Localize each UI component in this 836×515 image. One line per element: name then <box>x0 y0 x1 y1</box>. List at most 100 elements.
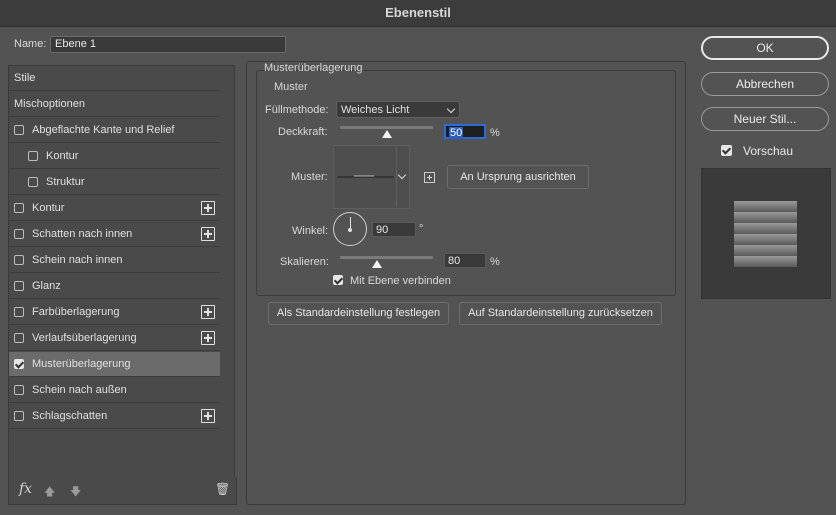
preview-stripe <box>734 234 797 245</box>
styles-list-item-label: Kontur <box>46 150 79 162</box>
pattern-preview-icon <box>337 175 394 178</box>
link-layer-checkbox[interactable] <box>333 275 343 285</box>
styles-list-item[interactable]: Farbüberlagerung <box>9 300 220 325</box>
ok-button[interactable]: OK <box>701 36 829 60</box>
trash-icon[interactable]: 🗑 <box>215 482 230 496</box>
blend-mode-value: Weiches Licht <box>341 104 410 116</box>
preview-stripe <box>734 212 797 223</box>
section-title: Musterüberlagerung <box>264 62 363 74</box>
preview-stripe <box>734 223 797 234</box>
style-checkbox[interactable] <box>14 385 24 395</box>
opacity-label: Deckkraft: <box>278 126 328 138</box>
add-effect-icon[interactable] <box>201 201 215 215</box>
styles-list-item[interactable]: Glanz <box>9 274 220 299</box>
styles-list-item-label: Struktur <box>46 176 85 188</box>
add-effect-icon[interactable] <box>201 409 215 423</box>
styles-list-item[interactable]: Mischoptionen <box>9 92 220 117</box>
style-checkbox[interactable] <box>28 177 38 187</box>
link-layer-check-icon <box>333 275 343 285</box>
styles-list-item[interactable]: Schatten nach innen <box>9 222 220 247</box>
preview-checkbox[interactable] <box>721 145 732 156</box>
add-effect-icon[interactable] <box>201 227 215 241</box>
styles-bottom-toolbar: fx 🡅 🡇 🗑 <box>8 477 237 505</box>
styles-list: Stile Mischoptionen Abgeflachte Kante und … <box>8 65 221 478</box>
reset-default-button[interactable]: Auf Standardeinstellung zurücksetzen <box>459 302 662 325</box>
scale-slider-thumb[interactable] <box>372 260 383 268</box>
blend-mode-label: Füllmethode: <box>265 104 329 116</box>
opacity-unit: % <box>490 127 500 139</box>
cancel-button[interactable]: Abbrechen <box>701 72 829 96</box>
styles-list-item-label: Musterüberlagerung <box>32 358 131 370</box>
add-effect-icon[interactable] <box>201 331 215 345</box>
style-checkbox[interactable] <box>14 203 24 213</box>
scale-unit: % <box>490 256 500 268</box>
new-style-button[interactable]: Neuer Stil... <box>701 107 829 131</box>
styles-list-item-label: Abgeflachte Kante und Relief <box>32 124 175 136</box>
style-preview-thumbnail <box>701 168 831 299</box>
scale-slider[interactable] <box>340 256 433 259</box>
styles-list-item-label: Schlagschatten <box>32 410 108 422</box>
opacity-slider[interactable] <box>340 126 433 129</box>
pattern-label: Muster: <box>291 171 328 183</box>
preview-check-icon <box>721 145 732 156</box>
styles-list-item[interactable]: Schein nach außen <box>9 378 220 403</box>
styles-list-item-label: Farbüberlagerung <box>32 306 120 318</box>
style-checkbox[interactable] <box>14 229 24 239</box>
style-checkbox[interactable] <box>14 125 24 135</box>
styles-list-item[interactable]: Kontur <box>9 144 220 169</box>
style-checkbox[interactable] <box>14 333 24 343</box>
styles-list-item-label: Stile <box>14 72 36 84</box>
styles-list-item[interactable]: Schlagschatten <box>9 404 220 429</box>
styles-list-item[interactable]: Stile <box>9 66 220 91</box>
style-checkbox[interactable] <box>14 307 24 317</box>
name-input[interactable] <box>50 36 286 53</box>
opacity-slider-thumb[interactable] <box>381 130 392 138</box>
new-preset-from-pattern-icon[interactable] <box>424 172 435 183</box>
pattern-dropdown[interactable] <box>396 145 409 207</box>
fx-icon[interactable]: fx <box>19 481 32 497</box>
styles-list-item-label: Schein nach außen <box>32 384 127 396</box>
styles-list-item[interactable]: Schein nach innen <box>9 248 220 273</box>
preview-stripe <box>734 256 797 267</box>
preview-label: Vorschau <box>743 144 794 158</box>
link-layer-label: Mit Ebene verbinden <box>350 275 451 287</box>
style-checkbox[interactable] <box>14 359 24 369</box>
styles-list-item[interactable]: Musterüberlagerung <box>9 352 220 377</box>
angle-dial-icon[interactable] <box>333 212 367 246</box>
scale-input[interactable]: 80 <box>444 253 486 268</box>
styles-list-scrollbar[interactable] <box>220 65 235 478</box>
style-checkbox[interactable] <box>14 281 24 291</box>
angle-label: Winkel: <box>292 225 329 237</box>
window-title: Ebenenstil <box>0 0 836 27</box>
move-down-icon[interactable]: 🡇 <box>70 483 81 502</box>
styles-list-item[interactable]: Kontur <box>9 196 220 221</box>
opacity-input[interactable]: 50 <box>444 124 486 139</box>
snap-to-origin-button[interactable]: An Ursprung ausrichten <box>447 165 589 189</box>
group-title: Muster <box>274 81 308 93</box>
preview-stripe <box>734 245 797 256</box>
chevron-down-icon <box>446 104 456 114</box>
styles-list-item-label: Verlaufsüberlagerung <box>32 332 137 344</box>
add-effect-icon[interactable] <box>201 305 215 319</box>
style-checkbox[interactable] <box>14 255 24 265</box>
preview-stripe <box>734 201 797 212</box>
styles-list-item[interactable]: Verlaufsüberlagerung <box>9 326 220 351</box>
styles-list-item-label: Schein nach innen <box>32 254 123 266</box>
angle-input[interactable]: 90 <box>372 222 416 237</box>
styles-list-item-label: Mischoptionen <box>14 98 85 110</box>
name-label: Name: <box>14 38 47 50</box>
move-up-icon[interactable]: 🡅 <box>44 483 55 502</box>
style-checkbox[interactable] <box>28 151 38 161</box>
styles-list-item[interactable]: Abgeflachte Kante und Relief <box>9 118 220 143</box>
blend-mode-select[interactable]: Weiches Licht <box>336 101 460 118</box>
chevron-down-icon <box>397 170 407 180</box>
scale-label: Skalieren: <box>280 256 329 268</box>
angle-unit: ° <box>419 223 424 235</box>
styles-list-item-label: Kontur <box>32 202 65 214</box>
set-default-button[interactable]: Als Standardeinstellung festlegen <box>268 302 449 325</box>
styles-list-item[interactable]: Struktur <box>9 170 220 195</box>
opacity-value: 50 <box>449 127 464 139</box>
styles-list-item-label: Glanz <box>32 280 61 292</box>
style-checkbox[interactable] <box>14 411 24 421</box>
styles-list-item-label: Schatten nach innen <box>32 228 133 240</box>
